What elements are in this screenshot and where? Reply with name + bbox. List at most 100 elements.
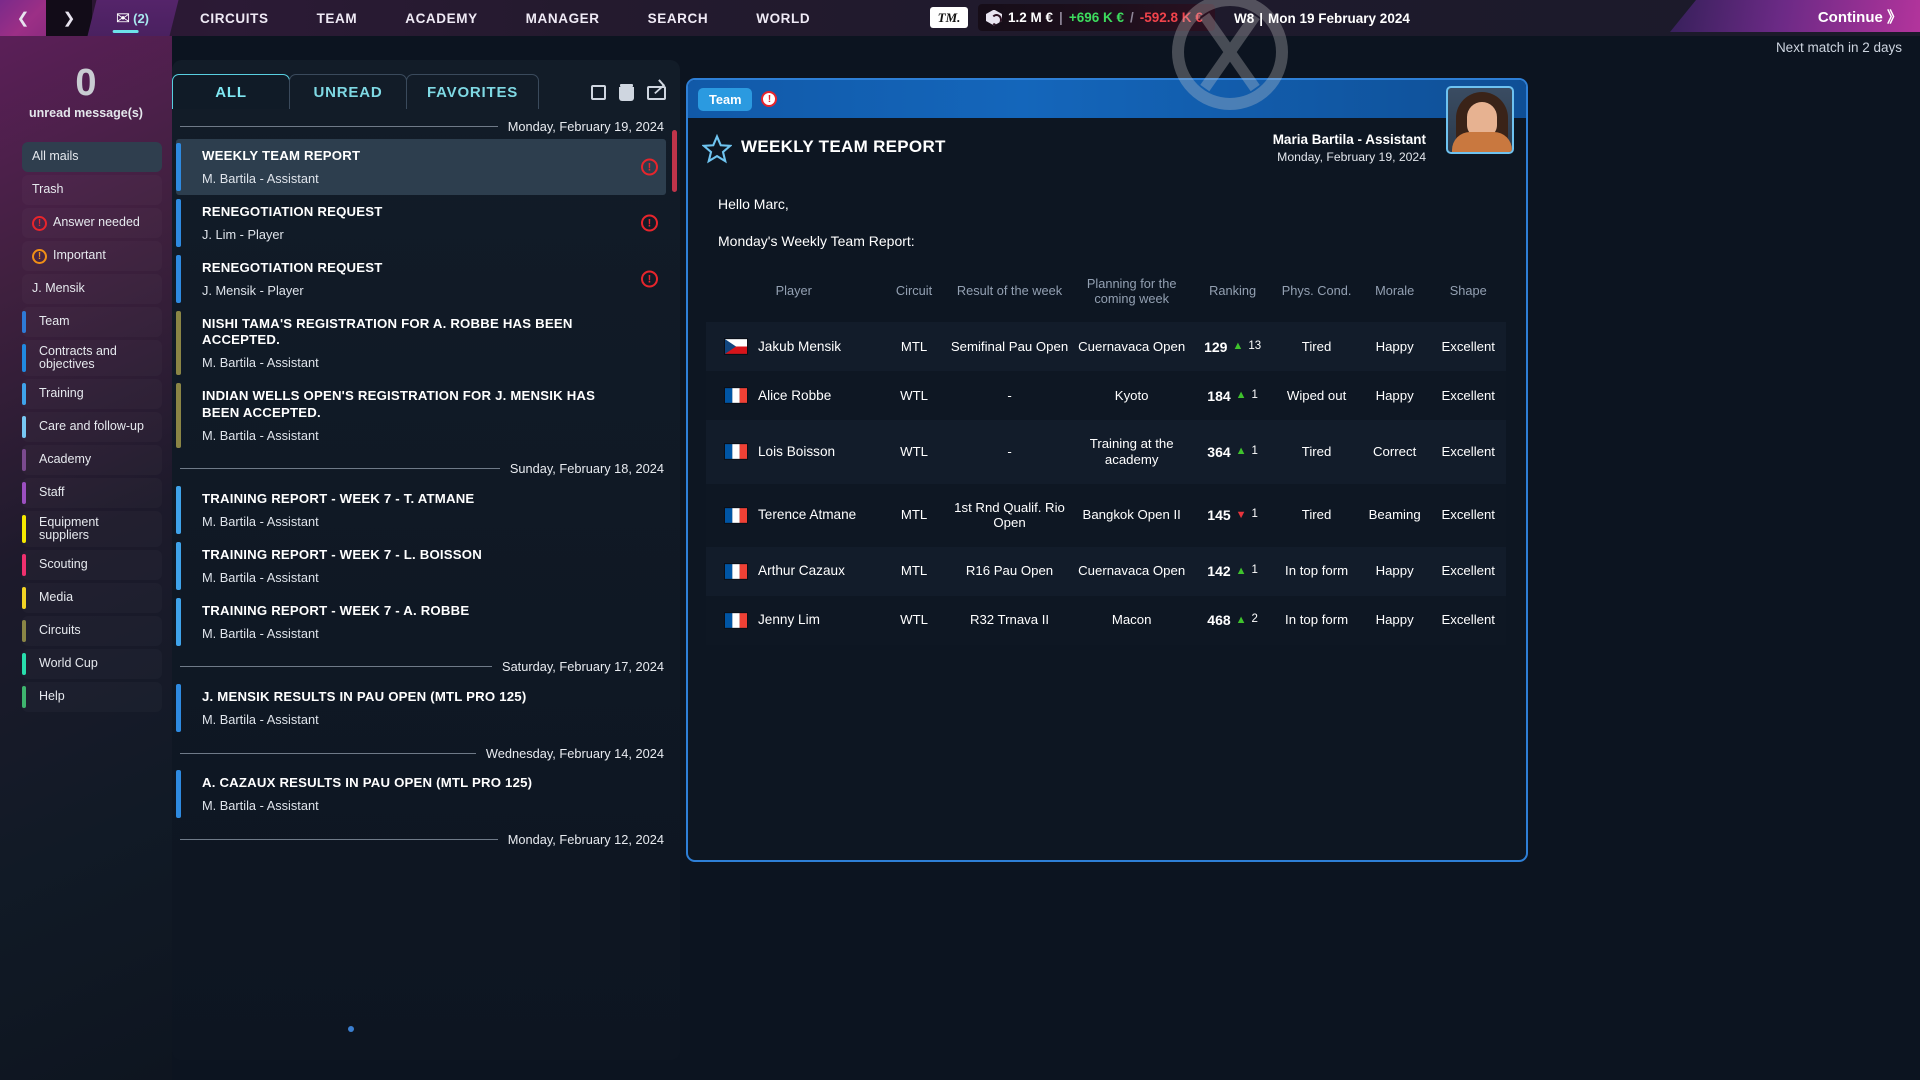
table-row[interactable]: Arthur Cazaux MTL R16 Pau Open Cuernavac… bbox=[706, 546, 1506, 596]
table-row[interactable]: Lois Boisson WTL - Training at the acade… bbox=[706, 420, 1506, 484]
tab-unread[interactable]: UNREAD bbox=[289, 74, 407, 109]
tab-favorites[interactable]: FAVORITES bbox=[406, 74, 540, 109]
sidebar-item-academy[interactable]: Academy bbox=[22, 445, 162, 475]
player-planning: Macon bbox=[1111, 612, 1152, 628]
mail-list-item[interactable]: WEEKLY TEAM REPORT M. Bartila - Assistan… bbox=[176, 139, 666, 196]
player-result: Semifinal Pau Open bbox=[950, 339, 1069, 355]
sidebar-item-all-mails[interactable]: All mails bbox=[22, 142, 162, 172]
sidebar-item-world-cup[interactable]: World Cup bbox=[22, 649, 162, 679]
continue-button[interactable]: Continue 》 bbox=[1670, 0, 1920, 32]
mail-unread-badge: (2) bbox=[133, 10, 150, 26]
player-phys-cond: Tired bbox=[1301, 339, 1332, 355]
mail-list-item[interactable]: J. MENSIK RESULTS IN PAU OPEN (MTL PRO 1… bbox=[176, 680, 666, 736]
exclamation-red-icon: ! bbox=[32, 215, 47, 231]
rank-delta: 13 bbox=[1248, 340, 1262, 353]
sidebar-item-label: Media bbox=[39, 590, 74, 605]
expense-value: -592.8 K € bbox=[1139, 10, 1203, 25]
mail-list-item[interactable]: TRAINING REPORT - WEEK 7 - L. BOISSON M.… bbox=[176, 538, 666, 594]
category-color-bar bbox=[22, 686, 26, 708]
table-row[interactable]: Jakub Mensik MTL Semifinal Pau Open Cuer… bbox=[706, 322, 1506, 372]
category-chip[interactable]: Team bbox=[698, 87, 753, 111]
sender-date: Monday, February 19, 2024 bbox=[1277, 150, 1426, 164]
nav-item-world[interactable]: WORLD bbox=[732, 11, 834, 26]
mail-title: WEEKLY TEAM REPORT bbox=[741, 137, 946, 156]
favorite-star-icon[interactable] bbox=[701, 133, 733, 164]
mail-subject: A. CAZAUX RESULTS IN PAU OPEN (MTL PRO 1… bbox=[202, 775, 533, 791]
main-nav: CIRCUITS TEAM ACADEMY MANAGER SEARCH WOR… bbox=[176, 0, 834, 36]
nav-item-team[interactable]: TEAM bbox=[293, 11, 382, 26]
coin-icon bbox=[986, 9, 1002, 26]
sidebar-item-label: J. Mensik bbox=[32, 281, 85, 296]
mail-list-actions bbox=[591, 84, 666, 101]
mail-sender: J. Mensik - Player bbox=[202, 283, 304, 299]
col-planning: Planning for the coming week bbox=[1086, 276, 1177, 306]
date-separator: Wednesday, February 14, 2024 bbox=[172, 740, 680, 766]
mail-list-item[interactable]: A. CAZAUX RESULTS IN PAU OPEN (MTL PRO 1… bbox=[176, 766, 666, 822]
mail-list-item[interactable]: RENEGOTIATION REQUEST J. Mensik - Player… bbox=[176, 251, 666, 307]
sidebar-item-important[interactable]: ! Important bbox=[22, 241, 162, 271]
sidebar-item-care-and-follow-up[interactable]: Care and follow-up bbox=[22, 412, 162, 442]
table-row[interactable]: Alice Robbe WTL - Kyoto 184 ▲ 1 Wiped ou… bbox=[706, 371, 1506, 421]
category-color-bar bbox=[22, 383, 26, 405]
sidebar-item-circuits[interactable]: Circuits bbox=[22, 616, 162, 646]
player-shape: Excellent bbox=[1441, 612, 1495, 628]
mail-sender: M. Bartila - Assistant bbox=[202, 625, 319, 641]
sidebar-item-answer-needed[interactable]: ! Answer needed bbox=[22, 208, 162, 238]
trash-icon[interactable] bbox=[619, 84, 634, 101]
back-arrow-icon[interactable]: ❮ bbox=[0, 0, 46, 36]
sidebar-item-contracts-and-objectives[interactable]: Contracts and objectives bbox=[22, 340, 162, 376]
answer-needed-icon: ! bbox=[641, 270, 658, 288]
sidebar-item-scouting[interactable]: Scouting bbox=[22, 550, 162, 580]
rank-up-icon: ▲ bbox=[1235, 564, 1247, 577]
mail-list-item[interactable]: TRAINING REPORT - WEEK 7 - T. ATMANE M. … bbox=[176, 482, 666, 538]
finance-summary[interactable]: 1.2 M € | +696 K € / -592.8 K € bbox=[978, 4, 1215, 31]
forward-arrow-icon[interactable]: ❯ bbox=[46, 0, 92, 36]
player-planning: Training at the academy bbox=[1089, 436, 1174, 467]
category-color-bar bbox=[176, 597, 181, 646]
scrollbar-thumb[interactable] bbox=[672, 130, 677, 192]
player-circuit: WTL bbox=[900, 388, 928, 404]
mail-list-item[interactable]: NISHI TAMA'S REGISTRATION FOR A. ROBBE H… bbox=[176, 307, 666, 379]
tab-mail[interactable]: ✉ (2) bbox=[87, 0, 179, 36]
sidebar-item-j-mensik[interactable]: J. Mensik bbox=[22, 274, 162, 304]
exclamation-orange-icon: ! bbox=[32, 248, 47, 264]
mail-list-item[interactable]: RENEGOTIATION REQUEST J. Lim - Player ! bbox=[176, 195, 666, 251]
col-player: Player bbox=[775, 283, 812, 299]
envelope-icon[interactable] bbox=[647, 85, 666, 100]
flag-fr-icon bbox=[724, 562, 748, 580]
player-result: 1st Rnd Qualif. Rio Open bbox=[954, 499, 1065, 531]
nav-item-manager[interactable]: MANAGER bbox=[502, 11, 624, 26]
player-circuit: MTL bbox=[900, 563, 928, 579]
flag-fr-icon bbox=[724, 611, 748, 629]
nav-item-search[interactable]: SEARCH bbox=[624, 11, 733, 26]
table-row[interactable]: Jenny Lim WTL R32 Trnava II Macon 468 ▲ … bbox=[706, 595, 1506, 645]
sidebar-item-trash[interactable]: Trash bbox=[22, 175, 162, 205]
rank-up-icon: ▲ bbox=[1235, 389, 1247, 402]
sidebar-item-equipment-suppliers[interactable]: Equipment suppliers bbox=[22, 511, 162, 547]
sidebar-item-team[interactable]: Team bbox=[22, 307, 162, 337]
active-tab-underline bbox=[112, 30, 139, 33]
mail-list-item[interactable]: INDIAN WELLS OPEN'S REGISTRATION FOR J. … bbox=[176, 379, 666, 451]
select-box-icon[interactable] bbox=[591, 85, 606, 100]
mail-sidebar: 0 unread message(s) All mails Trash ! An… bbox=[0, 36, 172, 1080]
mail-list-item[interactable]: TRAINING REPORT - WEEK 7 - A. ROBBE M. B… bbox=[176, 594, 666, 650]
date-separator: Saturday, February 17, 2024 bbox=[172, 654, 680, 680]
sidebar-item-training[interactable]: Training bbox=[22, 379, 162, 409]
player-circuit: MTL bbox=[900, 339, 928, 355]
tab-all[interactable]: ALL bbox=[172, 74, 290, 109]
col-result: Result of the week bbox=[956, 283, 1063, 299]
category-color-bar bbox=[176, 683, 181, 733]
finance-slash: / bbox=[1129, 10, 1134, 25]
mail-subject: TRAINING REPORT - WEEK 7 - L. BOISSON bbox=[202, 546, 482, 562]
date-separator-label: Monday, February 19, 2024 bbox=[507, 118, 664, 134]
rank-delta: 2 bbox=[1251, 613, 1258, 626]
sidebar-item-media[interactable]: Media bbox=[22, 583, 162, 613]
sidebar-item-help[interactable]: Help bbox=[22, 682, 162, 712]
player-ranking: 129 bbox=[1204, 338, 1228, 355]
nav-item-academy[interactable]: ACADEMY bbox=[381, 11, 501, 26]
table-row[interactable]: Terence Atmane MTL 1st Rnd Qualif. Rio O… bbox=[706, 483, 1506, 547]
mail-reader-panel: Team ! WEEKLY TEAM REPORT Maria Bartila … bbox=[686, 78, 1528, 862]
sidebar-item-staff[interactable]: Staff bbox=[22, 478, 162, 508]
player-result: - bbox=[1007, 388, 1012, 404]
nav-item-circuits[interactable]: CIRCUITS bbox=[176, 11, 293, 26]
